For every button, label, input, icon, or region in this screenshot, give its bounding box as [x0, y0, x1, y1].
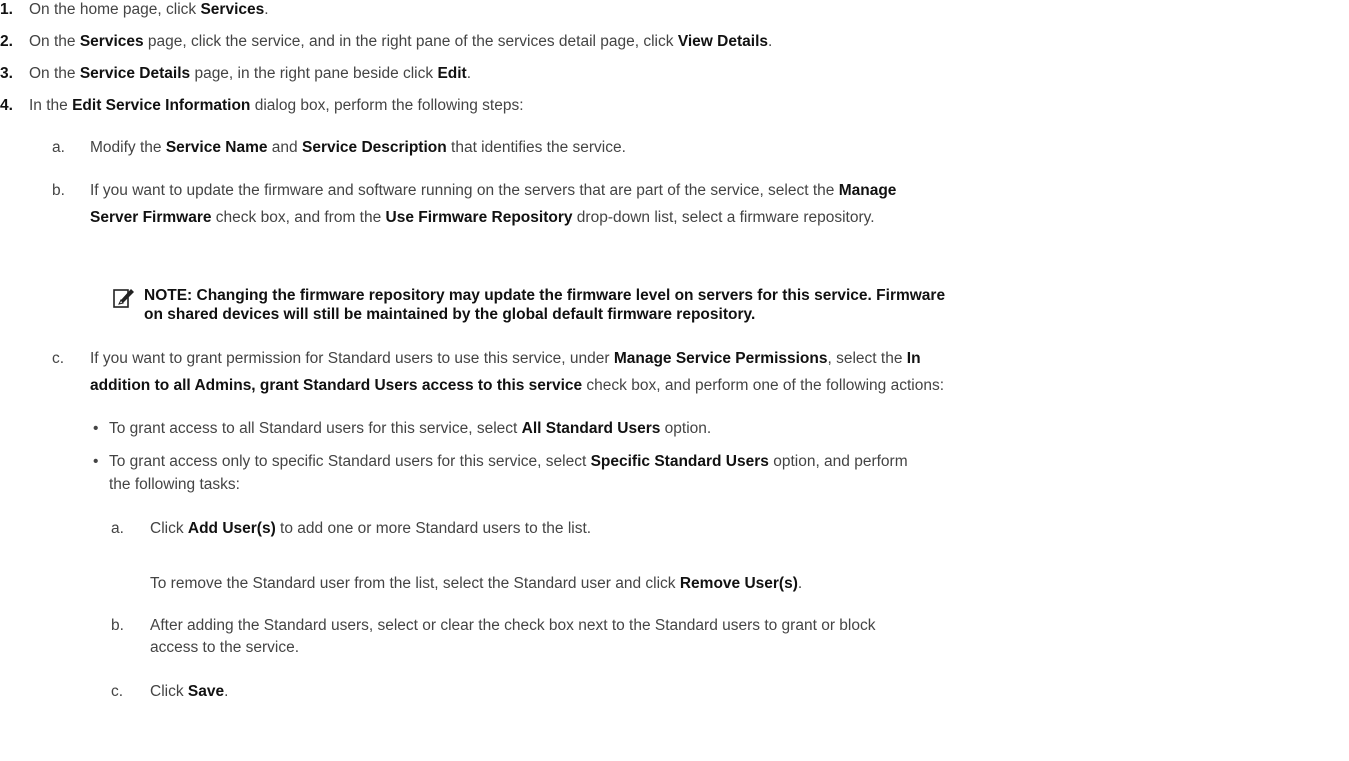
- task-letter: c.: [111, 683, 124, 700]
- task-letter: b.: [111, 617, 124, 634]
- substep-letter: c.: [52, 350, 65, 367]
- step-number: 2.: [0, 33, 13, 50]
- bullet-glyph: •: [93, 420, 99, 437]
- step-number: 3.: [0, 65, 13, 82]
- pencil-note-icon: [113, 287, 135, 309]
- substep-letter: b.: [52, 182, 65, 199]
- note-text-line1: NOTE: Changing the firmware repository m…: [144, 287, 946, 304]
- note-text-line2: on shared devices will still be maintain…: [144, 306, 756, 323]
- step-number: 1.: [0, 1, 13, 18]
- step-number: 4.: [0, 97, 13, 114]
- substep-letter: a.: [52, 139, 65, 156]
- task-letter: a.: [111, 520, 124, 537]
- bullet-glyph: •: [93, 453, 99, 470]
